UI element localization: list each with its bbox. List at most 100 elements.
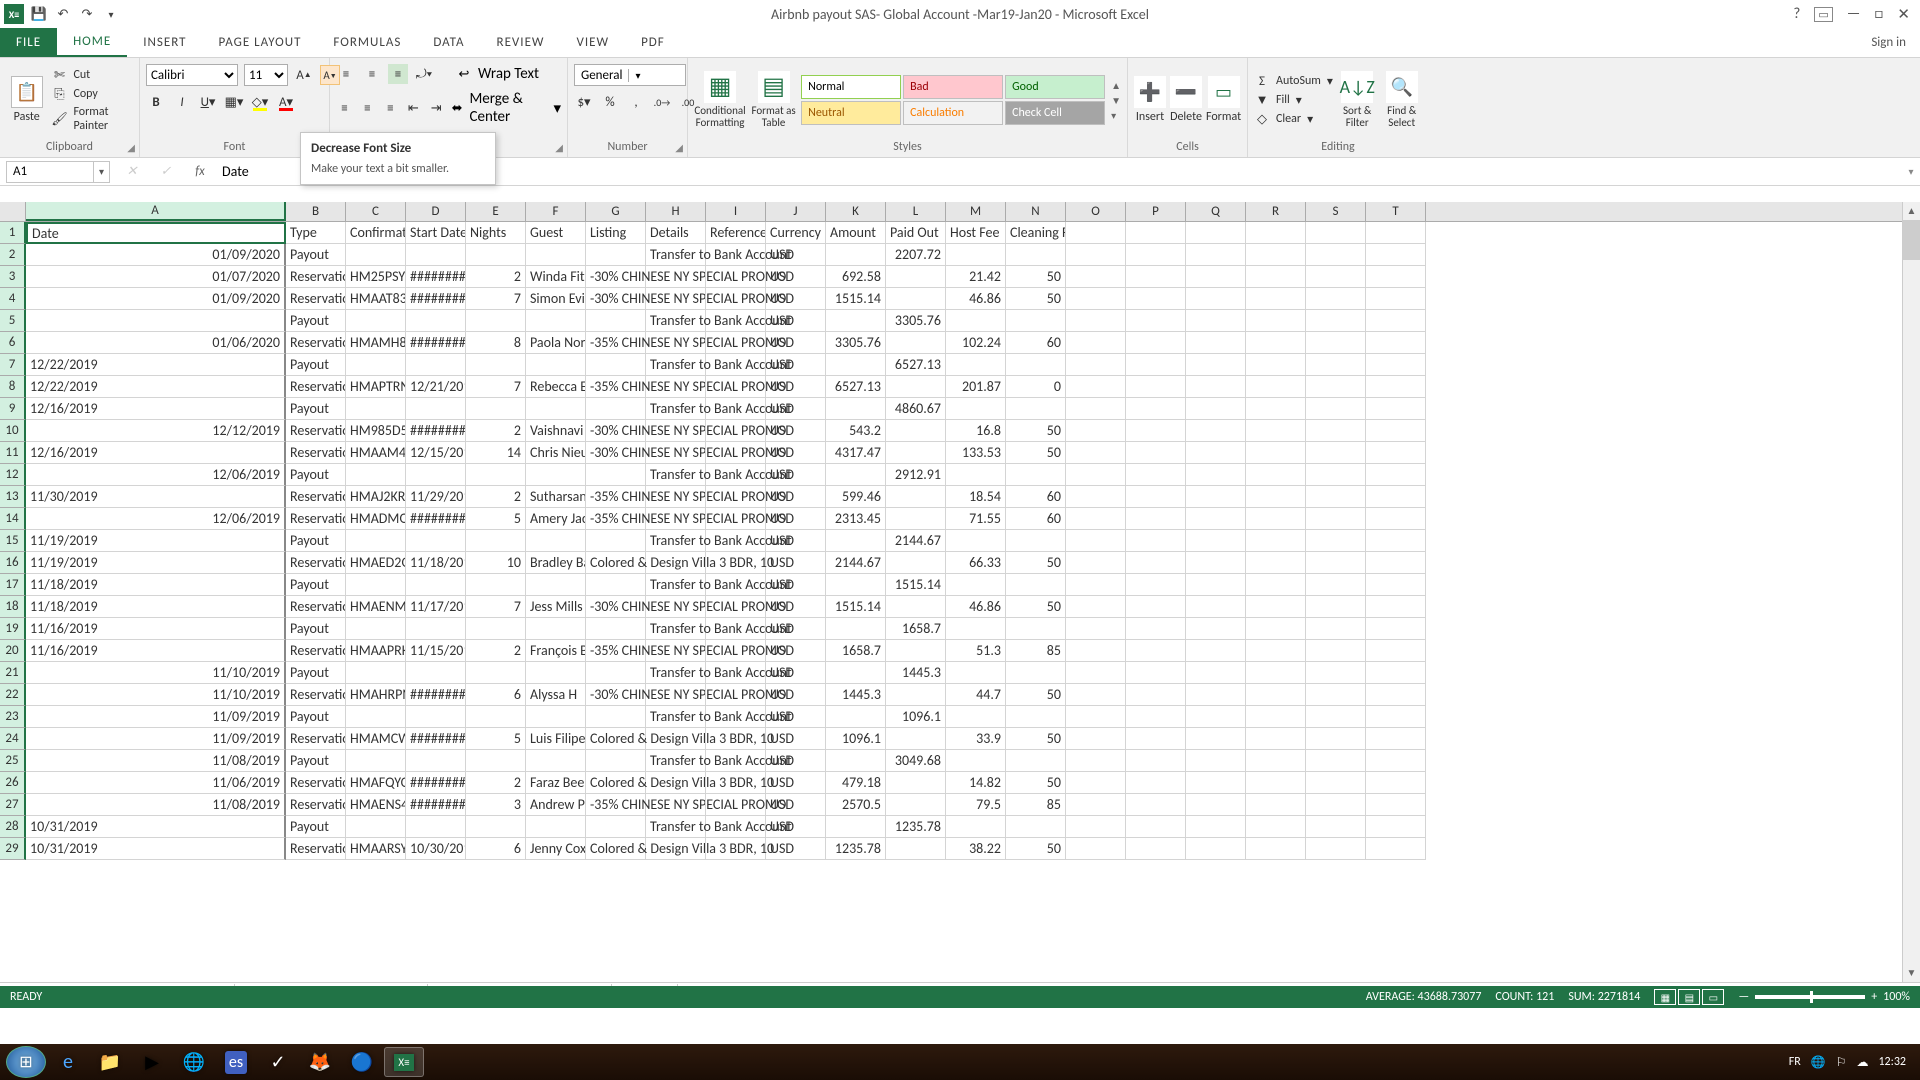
col-header-P[interactable]: P <box>1126 202 1186 221</box>
col-header-E[interactable]: E <box>466 202 526 221</box>
cell[interactable] <box>1186 838 1246 860</box>
cell[interactable] <box>1366 838 1426 860</box>
accounting-button[interactable]: $▾ <box>574 92 594 112</box>
cell[interactable]: ######## <box>406 794 466 816</box>
cell[interactable]: Reservation <box>286 596 346 618</box>
cell[interactable] <box>1306 442 1366 464</box>
cell[interactable]: 71.55 <box>946 508 1006 530</box>
tray-lang[interactable]: FR <box>1789 1055 1801 1069</box>
cell[interactable] <box>1066 552 1126 574</box>
cell[interactable] <box>1066 684 1126 706</box>
cell[interactable]: Payout <box>286 244 346 266</box>
cell[interactable]: Payout <box>286 816 346 838</box>
cell[interactable] <box>826 398 886 420</box>
cell[interactable] <box>526 310 586 332</box>
cell[interactable] <box>1306 750 1366 772</box>
cell[interactable] <box>1066 574 1126 596</box>
cell[interactable]: 102.24 <box>946 332 1006 354</box>
zoom-out-button[interactable]: — <box>1738 990 1749 1004</box>
cell[interactable] <box>1006 662 1066 684</box>
cell[interactable]: 50 <box>1006 420 1066 442</box>
cell[interactable] <box>646 420 706 442</box>
cell[interactable] <box>1066 420 1126 442</box>
cell[interactable] <box>1126 750 1186 772</box>
dialog-launcher-icon[interactable]: ◢ <box>555 141 563 154</box>
start-button[interactable]: ⊞ <box>6 1047 46 1077</box>
cell[interactable]: 2 <box>466 640 526 662</box>
cell[interactable]: -30% CHINESE NY SPECIAL PROMO <box>586 420 646 442</box>
cell[interactable]: Transfer to Bank Account <box>646 706 706 728</box>
row-header-8[interactable]: 8 <box>0 376 26 398</box>
cell[interactable]: 1096.1 <box>826 728 886 750</box>
cell[interactable] <box>1246 266 1306 288</box>
cell[interactable]: 46.86 <box>946 288 1006 310</box>
cell[interactable] <box>1126 728 1186 750</box>
cell[interactable]: 3 <box>466 794 526 816</box>
cell[interactable] <box>526 706 586 728</box>
cell[interactable]: Reservation <box>286 838 346 860</box>
cell[interactable]: Transfer to Bank Account <box>646 398 706 420</box>
cell[interactable] <box>946 464 1006 486</box>
row-header-27[interactable]: 27 <box>0 794 26 816</box>
tab-insert[interactable]: INSERT <box>127 28 202 57</box>
view-pagelayout-icon[interactable]: ▤ <box>1678 989 1700 1005</box>
cell[interactable]: ######## <box>406 772 466 794</box>
cell[interactable]: Transfer to Bank Account <box>646 750 706 772</box>
cell[interactable]: Payout <box>286 706 346 728</box>
cell[interactable] <box>1066 288 1126 310</box>
cell[interactable] <box>586 244 646 266</box>
col-header-Q[interactable]: Q <box>1186 202 1246 221</box>
cell[interactable] <box>1306 596 1366 618</box>
cell[interactable]: Bradley Ba <box>526 552 586 574</box>
cell[interactable]: -35% CHINESE NY SPECIAL PROMO <box>586 332 646 354</box>
cell[interactable]: 11/10/2019 <box>26 684 286 706</box>
cell[interactable] <box>1066 530 1126 552</box>
cell[interactable]: 12/16/2019 <box>26 442 286 464</box>
cell[interactable] <box>886 552 946 574</box>
cell[interactable] <box>406 464 466 486</box>
taskbar-excel-icon[interactable]: X≡ <box>384 1047 424 1077</box>
cell[interactable] <box>406 244 466 266</box>
close-icon[interactable]: ✕ <box>1897 5 1910 24</box>
taskbar-ie-icon[interactable]: e <box>48 1047 88 1077</box>
col-header-K[interactable]: K <box>826 202 886 221</box>
cell[interactable] <box>1366 728 1426 750</box>
cell[interactable]: 6 <box>466 838 526 860</box>
cell[interactable] <box>826 750 886 772</box>
cell[interactable] <box>1366 816 1426 838</box>
signin-link[interactable]: Sign in <box>1871 28 1920 57</box>
styles-more-icon[interactable]: ▾ <box>1111 109 1121 122</box>
cell[interactable]: 50 <box>1006 266 1066 288</box>
tab-formulas[interactable]: FORMULAS <box>317 28 417 57</box>
cell[interactable] <box>1126 288 1186 310</box>
cell[interactable]: Transfer to Bank Account <box>646 354 706 376</box>
cell[interactable] <box>1006 618 1066 640</box>
cell[interactable]: 50 <box>1006 684 1066 706</box>
cell[interactable]: Reservation <box>286 288 346 310</box>
align-center-button[interactable]: ≡ <box>359 98 376 118</box>
cell[interactable]: 1445.3 <box>826 684 886 706</box>
cell[interactable]: Start Date <box>406 222 466 244</box>
cell[interactable] <box>1306 310 1366 332</box>
cell[interactable]: Transfer to Bank Account <box>646 310 706 332</box>
cell[interactable] <box>1186 662 1246 684</box>
cell[interactable]: 46.86 <box>946 596 1006 618</box>
cell[interactable]: 10/31/2019 <box>26 816 286 838</box>
cell[interactable] <box>1126 332 1186 354</box>
cell[interactable] <box>1246 486 1306 508</box>
cell[interactable] <box>886 508 946 530</box>
cell[interactable] <box>586 354 646 376</box>
cell[interactable] <box>346 310 406 332</box>
cell[interactable]: 3305.76 <box>826 332 886 354</box>
cell[interactable]: HM25PSY <box>346 266 406 288</box>
cell[interactable] <box>1186 640 1246 662</box>
cell[interactable] <box>466 464 526 486</box>
cell[interactable]: 11/08/2019 <box>26 750 286 772</box>
tray-action-icon[interactable]: ⚐ <box>1836 1055 1847 1070</box>
cell[interactable] <box>1366 706 1426 728</box>
fill-color-button[interactable]: ◇▾ <box>250 92 270 112</box>
tab-pagelayout[interactable]: PAGE LAYOUT <box>203 28 318 57</box>
font-color-button[interactable]: A▾ <box>276 92 296 112</box>
cell[interactable] <box>466 618 526 640</box>
cell[interactable] <box>1186 310 1246 332</box>
